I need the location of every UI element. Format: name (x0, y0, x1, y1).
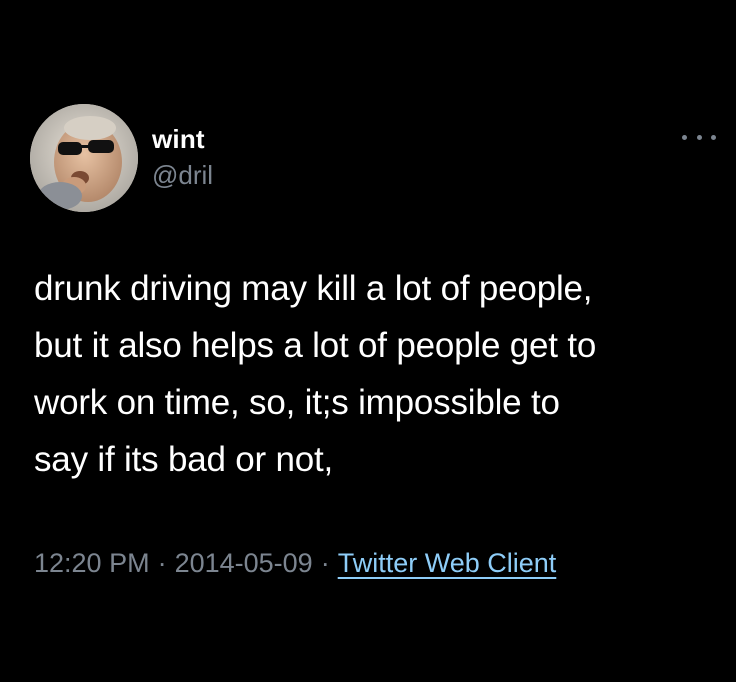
avatar[interactable] (30, 104, 138, 212)
tweet-text-line: but it also helps a lot of people get to (34, 326, 597, 365)
meta-separator: · (157, 548, 167, 578)
meta-separator: · (320, 548, 330, 578)
more-icon-dot (682, 134, 687, 140)
source-client-link[interactable]: Twitter Web Client (338, 548, 557, 578)
profile-photo-icon (30, 104, 138, 212)
display-name[interactable]: wint (152, 124, 205, 155)
tweet-text-line: say if its bad or not, (34, 440, 334, 479)
more-icon-dot (711, 134, 716, 140)
more-options-button[interactable] (682, 126, 716, 148)
tweet-text-line: drunk driving may kill a lot of people, (34, 269, 593, 308)
tweet-metadata: 12:20 PM · 2014-05-09 · Twitter Web Client (34, 548, 556, 579)
tweet-time[interactable]: 12:20 PM (34, 548, 150, 578)
more-icon-dot (696, 134, 702, 140)
tweet-card: wint @dril drunk driving may kill a lot … (0, 0, 736, 682)
user-handle[interactable]: @dril (152, 160, 213, 191)
tweet-text: drunk driving may kill a lot of people, … (34, 260, 724, 488)
tweet-text-line: work on time, so, it;s impossible to (34, 383, 560, 422)
tweet-date[interactable]: 2014-05-09 (175, 548, 313, 578)
